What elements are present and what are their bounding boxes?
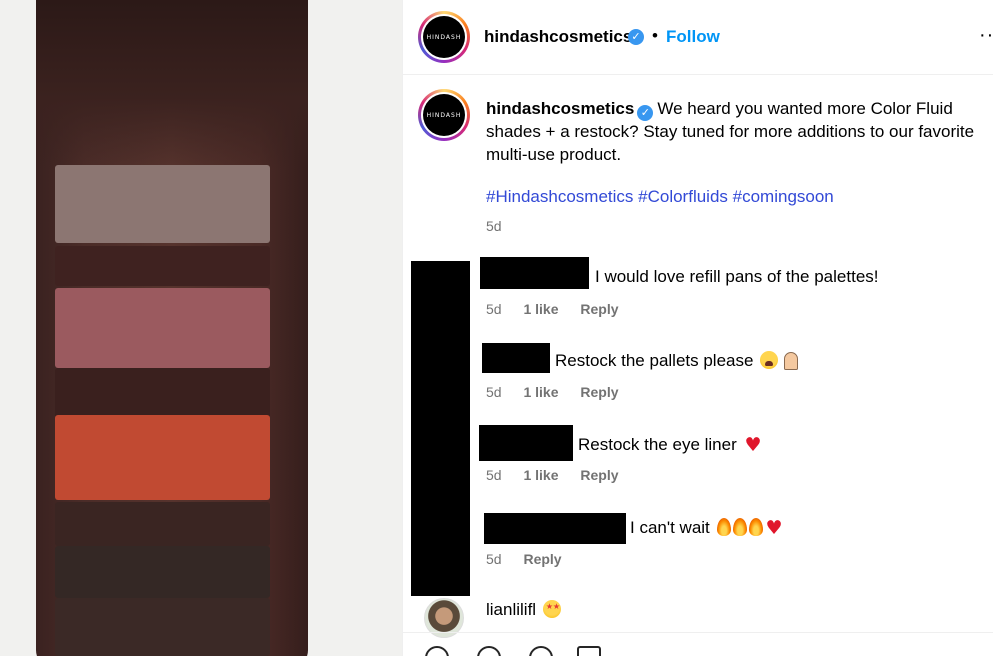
post-image: [0, 0, 402, 656]
redacted-username: [480, 257, 589, 289]
swatch-taupe: [55, 165, 270, 243]
account-username[interactable]: hindashcosmetics: [484, 27, 632, 47]
swatch-espresso: [55, 598, 270, 656]
reply-button[interactable]: Reply: [580, 301, 618, 317]
verified-badge-icon: ✓: [628, 29, 644, 45]
hashtag-link[interactable]: #Colorfluids: [638, 187, 728, 206]
post-panel: HINDASH hindashcosmetics ✓ • Follow ·· H…: [402, 0, 993, 656]
swatch-rose: [55, 288, 270, 368]
message-icon[interactable]: [577, 646, 601, 656]
redacted-username: [484, 513, 626, 544]
caption-avatar[interactable]: HINDASH: [418, 89, 470, 141]
reply-button[interactable]: Reply: [580, 467, 618, 483]
share-icon[interactable]: [529, 646, 553, 656]
like-icon[interactable]: [425, 646, 449, 656]
divider: [403, 632, 993, 633]
comment-meta: 5d 1 like Reply: [486, 301, 619, 317]
swatch-brown: [55, 246, 270, 286]
swatch-dark-brown: [55, 502, 270, 546]
avatar-logo: HINDASH: [423, 16, 465, 58]
hashtag-link[interactable]: #Hindashcosmetics: [486, 187, 633, 206]
star-struck-icon: [542, 600, 561, 618]
redacted-avatars: [411, 261, 470, 596]
red-heart-icon: ♥: [744, 434, 762, 456]
swatch-charcoal: [55, 546, 270, 598]
verified-badge-icon: ✓: [637, 105, 654, 121]
separator-dot: •: [652, 26, 658, 45]
reply-button[interactable]: Reply: [523, 551, 561, 567]
comment-text: Restock the pallets please: [555, 351, 800, 371]
follow-button[interactable]: Follow: [666, 27, 720, 47]
comment-meta: 5d 1 like Reply: [486, 467, 619, 483]
reply-button[interactable]: Reply: [580, 384, 618, 400]
comment-text: I would love refill pans of the palettes…: [595, 267, 879, 286]
more-options-icon[interactable]: ··: [979, 24, 993, 47]
hashtag-link[interactable]: #comingsoon: [733, 187, 834, 206]
like-count[interactable]: 1 like: [523, 467, 558, 483]
like-count[interactable]: 1 like: [523, 301, 558, 317]
caption-timestamp: 5d: [486, 218, 502, 234]
hashtag-list: #Hindashcosmetics #Colorfluids #comingso…: [486, 187, 834, 207]
caption-username[interactable]: hindashcosmetics: [486, 99, 634, 118]
avatar-logo: HINDASH: [423, 94, 465, 136]
comment-time: 5d: [486, 467, 502, 483]
fire-icon: [748, 518, 763, 536]
weary-face-icon: [760, 351, 779, 369]
redacted-username: [479, 425, 573, 461]
comment-time: 5d: [486, 384, 502, 400]
red-heart-icon: ♥: [765, 517, 783, 539]
like-count[interactable]: 1 like: [523, 384, 558, 400]
comment-time: 5d: [486, 551, 502, 567]
comment-text: I can't wait ♥: [630, 517, 783, 539]
redacted-username: [482, 343, 550, 373]
comment-icon[interactable]: [477, 646, 501, 656]
account-avatar[interactable]: HINDASH: [418, 11, 470, 63]
arm-shading: [36, 0, 308, 170]
comment-meta: 5d 1 like Reply: [486, 384, 619, 400]
fire-icon: [716, 518, 731, 536]
commenter-username[interactable]: lianlilifl: [486, 600, 536, 619]
comment-text: Restock the eye liner ♥: [578, 434, 762, 456]
post-caption: hindashcosmetics ✓ We heard you wanted mor…: [486, 97, 991, 166]
post-header: HINDASH hindashcosmetics ✓ • Follow ··: [403, 0, 993, 75]
swatch-orange: [55, 415, 270, 500]
folded-hands-icon: [780, 351, 800, 370]
comment-meta: 5d Reply: [486, 551, 562, 567]
fire-icon: [732, 518, 747, 536]
comment-time: 5d: [486, 301, 502, 317]
swatch-deep-brown: [55, 368, 270, 418]
comment-text: lianlilifl: [486, 600, 561, 620]
